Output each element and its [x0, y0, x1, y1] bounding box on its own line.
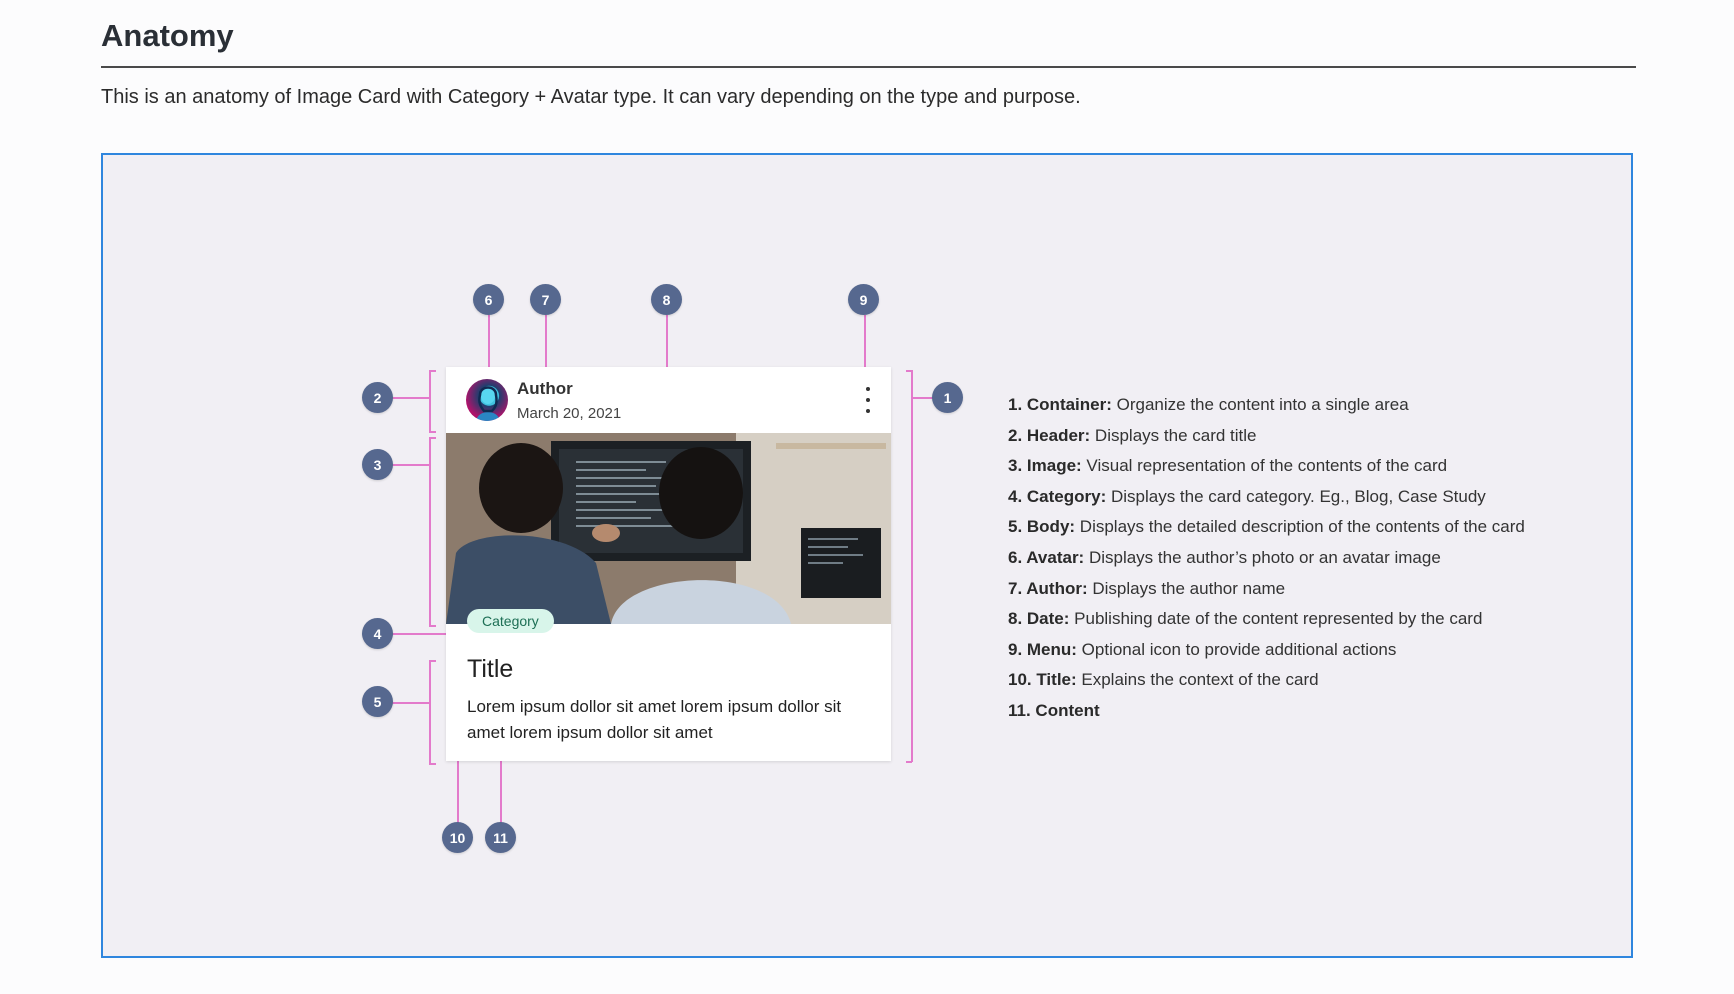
connector-1-v	[911, 370, 913, 762]
title-divider	[101, 66, 1636, 68]
badge-4: 4	[362, 618, 393, 649]
legend-item-content: 11. Content	[1008, 700, 1100, 720]
legend-item-image: 3. Image: Visual representation of the c…	[1008, 456, 1448, 476]
connector-5-top	[429, 660, 436, 662]
connector-2-h	[392, 397, 430, 399]
connector-3-bottom	[429, 625, 436, 627]
connector-11-v	[500, 756, 502, 826]
badge-5: 5	[362, 686, 393, 717]
legend-item-avatar: 6. Avatar: Displays the author’s photo o…	[1008, 547, 1441, 567]
connector-1-bottom	[906, 761, 912, 763]
connector-5-v	[429, 660, 431, 764]
anatomy-legend: 1. Container: Organize the content into …	[1008, 390, 1525, 727]
legend-item-menu: 9. Menu: Optional icon to provide additi…	[1008, 639, 1397, 659]
intro-text: This is an anatomy of Image Card with Ca…	[101, 86, 1081, 108]
connector-2-bottom	[429, 431, 436, 433]
image-card[interactable]: Author March 20, 2021 Category Title Lor…	[446, 367, 891, 761]
connector-5-bottom	[429, 763, 436, 765]
badge-3: 3	[362, 449, 393, 480]
connector-2-v	[429, 370, 431, 432]
connector-2-top	[429, 370, 436, 372]
card-title: Title	[467, 655, 514, 683]
badge-8: 8	[651, 284, 682, 315]
avatar-person-icon	[476, 386, 500, 421]
connector-3-top	[429, 437, 436, 439]
avatar	[466, 379, 508, 421]
legend-item-date: 8. Date: Publishing date of the content …	[1008, 609, 1483, 629]
connector-5-h	[392, 702, 430, 704]
badge-2: 2	[362, 382, 393, 413]
badge-6: 6	[473, 284, 504, 315]
more-vertical-icon[interactable]	[865, 387, 871, 413]
connector-3-h	[392, 464, 430, 466]
legend-item-category: 4. Category: Displays the card category.…	[1008, 486, 1486, 506]
publish-date: March 20, 2021	[517, 405, 622, 422]
connector-9	[864, 315, 866, 375]
badge-9: 9	[848, 284, 879, 315]
legend-item-title: 10. Title: Explains the context of the c…	[1008, 670, 1319, 690]
page-title: Anatomy	[101, 18, 234, 53]
legend-item-author: 7. Author: Displays the author name	[1008, 578, 1286, 598]
legend-item-header: 2. Header: Displays the card title	[1008, 425, 1257, 445]
author-name: Author	[517, 379, 573, 398]
card-image	[446, 433, 891, 624]
connector-7	[545, 315, 547, 374]
category-chip[interactable]: Category	[467, 609, 554, 633]
badge-7: 7	[530, 284, 561, 315]
legend-item-container: 1. Container: Organize the content into …	[1008, 395, 1409, 414]
badge-10: 10	[442, 822, 473, 853]
legend-item-body: 5. Body: Displays the detailed descripti…	[1008, 517, 1525, 537]
card-body-text: Lorem ipsum dollor sit amet lorem ipsum …	[467, 697, 842, 742]
badge-1: 1	[932, 382, 963, 413]
badge-11: 11	[485, 822, 516, 853]
connector-1-top	[906, 370, 912, 372]
